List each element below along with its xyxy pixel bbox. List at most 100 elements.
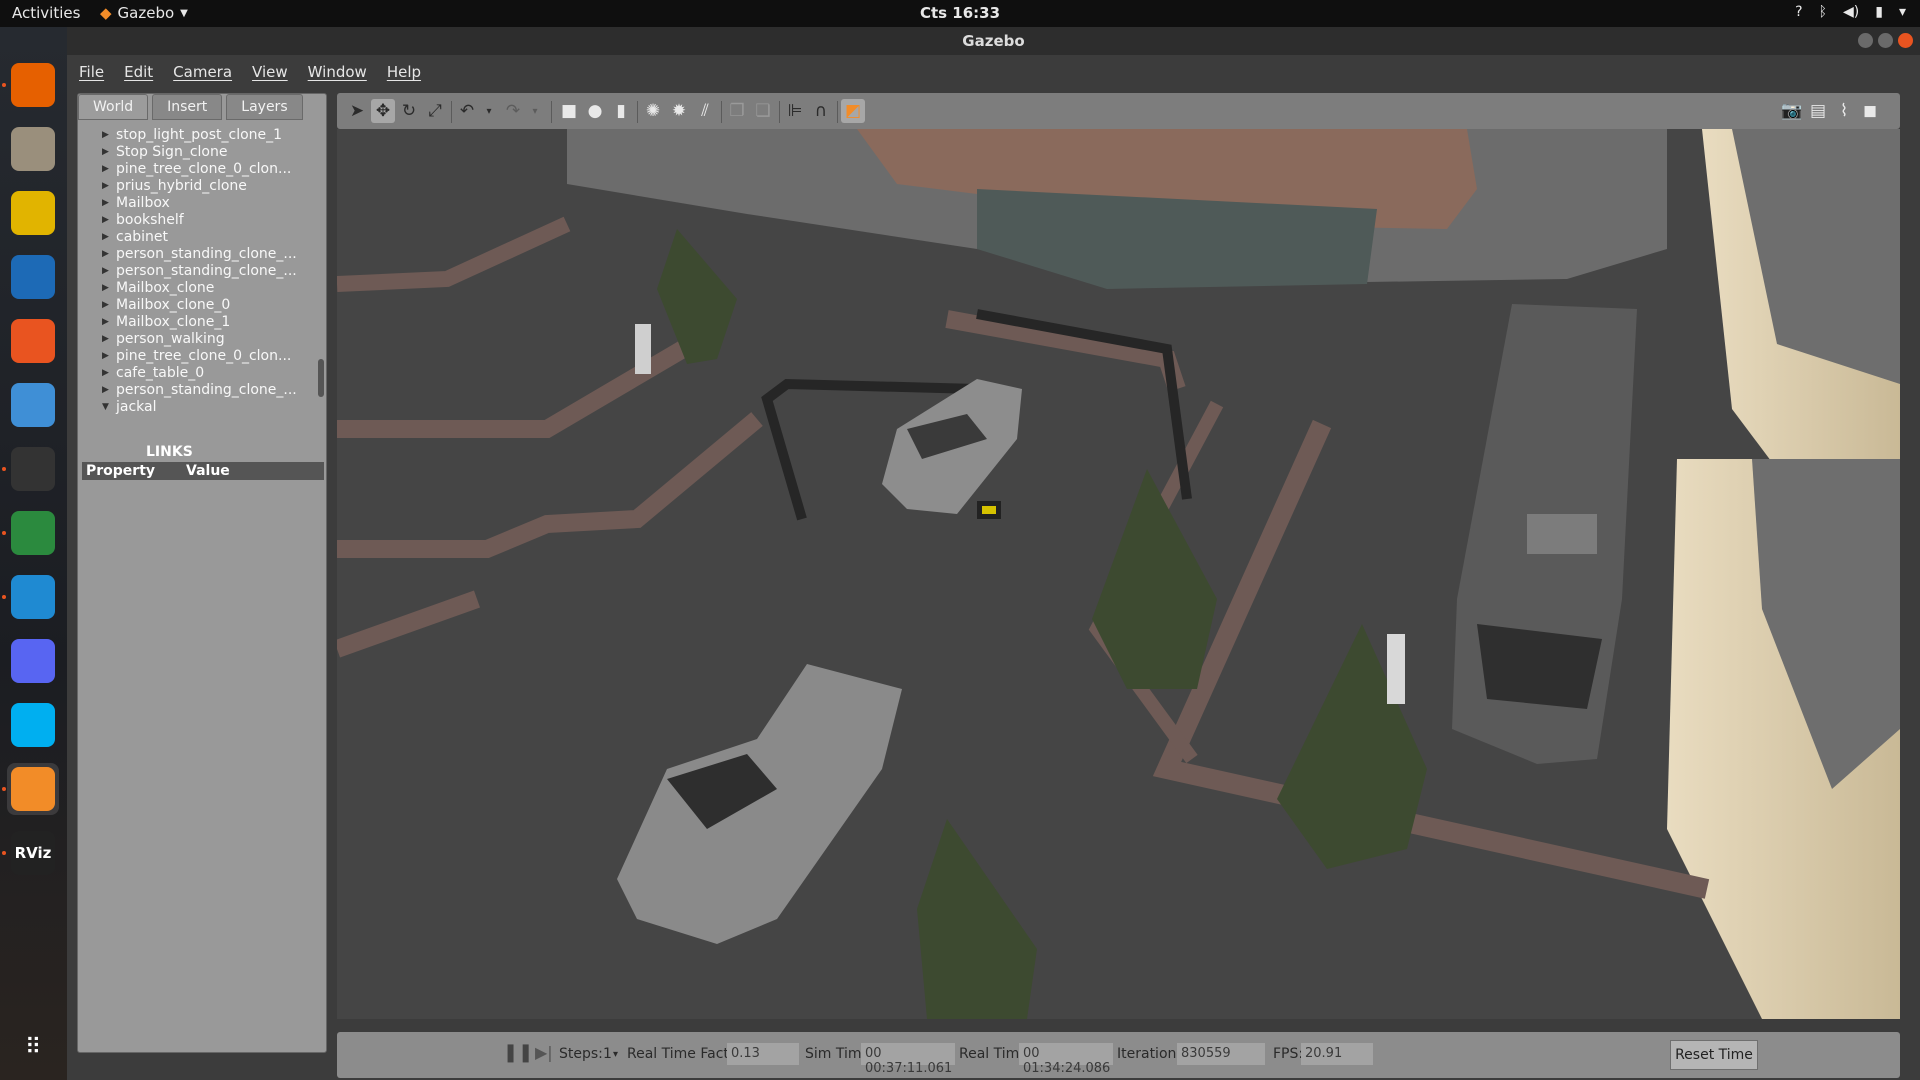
tree-item[interactable]: ▶ pine_tree_clone_0_clon...	[102, 347, 291, 364]
tab-layers[interactable]: Layers	[226, 94, 303, 120]
screenshot-icon[interactable]: 📷	[1780, 99, 1804, 123]
pause-icon[interactable]: ❚❚	[503, 1042, 533, 1063]
tree-item[interactable]: ▶ Mailbox_clone_1	[102, 313, 230, 330]
dock-item-software[interactable]	[7, 315, 59, 367]
dock-item-firefox[interactable]	[7, 59, 59, 111]
sphere-icon[interactable]: ●	[583, 99, 607, 123]
snap-icon[interactable]: ∩	[809, 99, 833, 123]
copy-icon[interactable]: ❐	[725, 99, 749, 123]
menu-file[interactable]: File	[79, 63, 104, 81]
scale-icon[interactable]: ⤢	[423, 99, 447, 123]
dock-item-skype[interactable]	[7, 699, 59, 751]
directional-light-icon[interactable]: ⫽	[693, 99, 717, 123]
tree-item[interactable]: ▶ person_walking	[102, 330, 225, 347]
steps-value[interactable]: 1	[603, 1046, 612, 1062]
dock-item-writer[interactable]	[7, 251, 59, 303]
expand-down-icon[interactable]: ▼	[102, 402, 116, 412]
point-light-icon[interactable]: ✺	[641, 99, 665, 123]
undo-icon[interactable]: ↶	[455, 99, 479, 123]
expand-right-icon[interactable]: ▶	[102, 249, 116, 259]
dock-item-terminal[interactable]	[7, 443, 59, 495]
minimize-icon[interactable]	[1858, 33, 1873, 48]
select-icon[interactable]: ➤	[345, 99, 369, 123]
log-icon[interactable]: ▤	[1806, 99, 1830, 123]
expand-right-icon[interactable]: ▶	[102, 164, 116, 174]
dock-item-vscode[interactable]	[7, 571, 59, 623]
expand-right-icon[interactable]: ▶	[102, 334, 116, 344]
tab-insert[interactable]: Insert	[152, 94, 223, 120]
tree-item[interactable]: ▶ Stop Sign_clone	[102, 143, 227, 160]
expand-right-icon[interactable]: ▶	[102, 147, 116, 157]
translate-icon[interactable]: ✥	[371, 99, 395, 123]
maximize-icon[interactable]	[1878, 33, 1893, 48]
record-icon[interactable]: ◼	[1858, 99, 1882, 123]
spot-light-icon[interactable]: ✹	[667, 99, 691, 123]
expand-right-icon[interactable]: ▶	[102, 266, 116, 276]
expand-right-icon[interactable]: ▶	[102, 351, 116, 361]
redo-icon[interactable]: ↷	[501, 99, 525, 123]
tree-item[interactable]: ▼ jackal	[102, 398, 157, 415]
help-icon	[11, 383, 55, 427]
dock-item-gazebo[interactable]	[7, 763, 59, 815]
expand-right-icon[interactable]: ▶	[102, 198, 116, 208]
scene-viewport[interactable]	[337, 129, 1900, 1019]
tree-item[interactable]: ▶ person_standing_clone_...	[102, 381, 297, 398]
align-icon[interactable]: ⊫	[783, 99, 807, 123]
tree-item[interactable]: ▶ cabinet	[102, 228, 168, 245]
menu-camera[interactable]: Camera	[173, 63, 232, 81]
dock-item-rviz[interactable]: RViz	[7, 827, 59, 879]
menu-view[interactable]: View	[252, 63, 288, 81]
clock[interactable]: Cts 16:33	[0, 4, 1920, 22]
steps-dropdown-icon[interactable]: ▾	[613, 1049, 618, 1060]
expand-right-icon[interactable]: ▶	[102, 232, 116, 242]
tree-item[interactable]: ▶ Mailbox	[102, 194, 170, 211]
expand-right-icon[interactable]: ▶	[102, 317, 116, 327]
tree-item[interactable]: ▶ stop_light_post_clone_1	[102, 126, 282, 143]
tree-item[interactable]: ▶ prius_hybrid_clone	[102, 177, 247, 194]
show-applications-icon[interactable]: ⠿	[7, 1021, 59, 1073]
tree-scrollbar[interactable]	[318, 359, 324, 397]
expand-right-icon[interactable]: ▶	[102, 130, 116, 140]
dock-item-rhythmbox[interactable]	[7, 187, 59, 239]
expand-right-icon[interactable]: ▶	[102, 215, 116, 225]
view-angle-icon[interactable]: ◩	[841, 99, 865, 123]
expand-right-icon[interactable]: ▶	[102, 385, 116, 395]
dock-item-help[interactable]	[7, 379, 59, 431]
menu-window[interactable]: Window	[308, 63, 367, 81]
redo-dropdown-icon[interactable]: ▾	[523, 99, 547, 123]
tree-item[interactable]: ▶ Mailbox_clone_0	[102, 296, 230, 313]
rotate-icon[interactable]: ↻	[397, 99, 421, 123]
dock-item-discord[interactable]	[7, 635, 59, 687]
tree-item[interactable]: ▶ bookshelf	[102, 211, 184, 228]
tree-item[interactable]: ▶ person_standing_clone_...	[102, 262, 297, 279]
expand-right-icon[interactable]: ▶	[102, 368, 116, 378]
expand-right-icon[interactable]: ▶	[102, 283, 116, 293]
paste-icon[interactable]: ❏	[751, 99, 775, 123]
menu-edit[interactable]: Edit	[124, 63, 153, 81]
reset-time-button[interactable]: Reset Time	[1670, 1040, 1758, 1070]
help-icon[interactable]: ?	[1795, 4, 1802, 20]
tree-item[interactable]: ▶ cafe_table_0	[102, 364, 204, 381]
tree-item[interactable]: ▶ pine_tree_clone_0_clon...	[102, 160, 291, 177]
menu-help[interactable]: Help	[387, 63, 421, 81]
system-tray[interactable]: ? ᛒ ◀) ▮ ▾	[1795, 4, 1906, 20]
tab-world[interactable]: World	[78, 94, 149, 120]
expand-right-icon[interactable]: ▶	[102, 181, 116, 191]
cylinder-icon[interactable]: ▮	[609, 99, 633, 123]
expand-right-icon[interactable]: ▶	[102, 300, 116, 310]
tree-item[interactable]: ▶ Mailbox_clone	[102, 279, 214, 296]
bluetooth-icon[interactable]: ᛒ	[1819, 4, 1827, 20]
box-icon[interactable]: ■	[557, 99, 581, 123]
close-icon[interactable]	[1898, 33, 1913, 48]
system-menu-icon[interactable]: ▾	[1899, 4, 1906, 20]
plot-icon[interactable]: ⌇	[1832, 99, 1856, 123]
undo-dropdown-icon[interactable]: ▾	[477, 99, 501, 123]
dock-item-chrome[interactable]	[7, 507, 59, 559]
tree-item[interactable]: ▶ person_standing_clone_...	[102, 245, 297, 262]
battery-icon[interactable]: ▮	[1875, 4, 1883, 20]
step-icon[interactable]: ▶|	[535, 1043, 553, 1062]
title-bar[interactable]: Gazebo	[67, 27, 1920, 55]
volume-icon[interactable]: ◀)	[1843, 4, 1859, 20]
dock-item-files[interactable]	[7, 123, 59, 175]
gazebo-icon	[11, 767, 55, 811]
